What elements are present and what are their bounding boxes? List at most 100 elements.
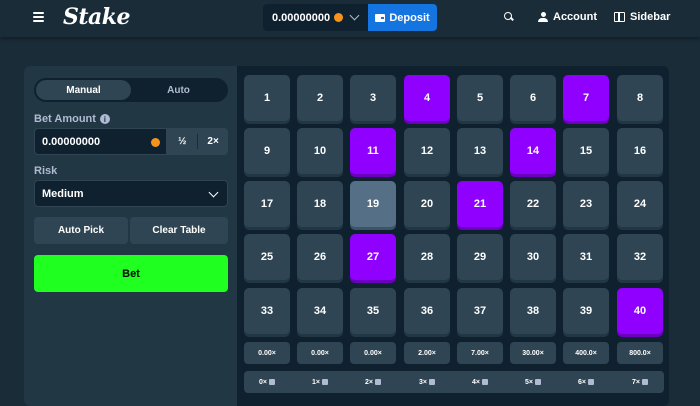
keno-tile-3[interactable]: 3 xyxy=(350,75,396,121)
keno-tile-17[interactable]: 17 xyxy=(244,181,290,227)
half-bet-button[interactable]: ½ xyxy=(167,128,197,155)
keno-tile-20[interactable]: 20 xyxy=(404,181,450,227)
keno-tile-12[interactable]: 12 xyxy=(404,128,450,174)
keno-tile-29[interactable]: 29 xyxy=(457,234,503,280)
hit-count: 0× xyxy=(244,377,290,387)
keno-tile-25[interactable]: 25 xyxy=(244,234,290,280)
keno-tile-39[interactable]: 39 xyxy=(563,288,609,334)
keno-tile-24[interactable]: 24 xyxy=(617,181,663,227)
payout-multiplier: 30.00× xyxy=(510,342,556,364)
keno-tile-35[interactable]: 35 xyxy=(350,288,396,334)
payout-multiplier: 7.00× xyxy=(457,342,503,364)
keno-tile-19[interactable]: 19 xyxy=(350,181,396,227)
user-icon xyxy=(538,12,548,22)
hit-count-label: 5× xyxy=(525,378,533,386)
keno-tile-4[interactable]: 4 xyxy=(404,75,450,121)
hit-count: 1× xyxy=(297,377,343,387)
hit-count-label: 1× xyxy=(312,378,320,386)
gem-icon xyxy=(481,379,488,385)
top-bar: Stake 0.00000000 Deposit Account Sidebar xyxy=(0,0,700,37)
sidebar-label: Sidebar xyxy=(630,11,671,23)
tab-manual[interactable]: Manual xyxy=(36,80,131,100)
payout-multiplier: 400.0× xyxy=(563,342,609,364)
hit-count-label: 0× xyxy=(259,378,267,386)
keno-tile-32[interactable]: 32 xyxy=(617,234,663,280)
hit-count: 4× xyxy=(457,377,503,387)
keno-tile-28[interactable]: 28 xyxy=(404,234,450,280)
keno-tile-30[interactable]: 30 xyxy=(510,234,556,280)
bet-amount-input[interactable]: 0.00000000 xyxy=(34,128,168,155)
keno-tile-8[interactable]: 8 xyxy=(617,75,663,121)
double-bet-button[interactable]: 2× xyxy=(198,128,228,155)
hits-row: 0× 1× 2× 3× 4× 5× 6× 7× xyxy=(244,371,664,393)
keno-tile-40[interactable]: 40 xyxy=(617,288,663,334)
keno-tile-33[interactable]: 33 xyxy=(244,288,290,334)
stake-logo[interactable]: Stake xyxy=(63,4,131,30)
gem-icon xyxy=(268,379,275,385)
hit-count-label: 6× xyxy=(578,378,586,386)
balance-value: 0.00000000 xyxy=(272,11,331,24)
keno-tile-14[interactable]: 14 xyxy=(510,128,556,174)
keno-tile-36[interactable]: 36 xyxy=(404,288,450,334)
keno-tile-22[interactable]: 22 xyxy=(510,181,556,227)
keno-tile-2[interactable]: 2 xyxy=(297,75,343,121)
payout-multiplier: 0.00× xyxy=(297,342,343,364)
keno-tile-21[interactable]: 21 xyxy=(457,181,503,227)
bet-amount-label: Bet Amount xyxy=(34,113,96,125)
balance-selector[interactable]: 0.00000000 xyxy=(263,4,368,31)
keno-tile-16[interactable]: 16 xyxy=(617,128,663,174)
chevron-down-icon xyxy=(349,10,360,21)
keno-tile-23[interactable]: 23 xyxy=(563,181,609,227)
auto-pick-button[interactable]: Auto Pick xyxy=(34,217,128,244)
hit-count: 3× xyxy=(404,377,450,387)
bitcoin-icon xyxy=(151,138,161,147)
keno-tile-6[interactable]: 6 xyxy=(510,75,556,121)
sidebar-button[interactable]: Sidebar xyxy=(614,11,670,23)
keno-tile-9[interactable]: 9 xyxy=(244,128,290,174)
sidebar-icon xyxy=(614,12,625,22)
keno-tile-1[interactable]: 1 xyxy=(244,75,290,121)
hit-count-label: 3× xyxy=(419,378,427,386)
payout-row: 0.00× 0.00× 0.00× 2.00× 7.00× 30.00× 400.0× 800… xyxy=(244,342,664,364)
gem-icon xyxy=(428,379,435,385)
hit-count-label: 4× xyxy=(472,378,480,386)
hit-count: 6× xyxy=(563,377,609,387)
gem-icon xyxy=(587,379,594,385)
search-icon[interactable] xyxy=(504,12,513,21)
clear-table-button[interactable]: Clear Table xyxy=(130,217,228,244)
bitcoin-icon xyxy=(334,13,344,22)
deposit-label: Deposit xyxy=(389,11,430,24)
payout-multiplier: 0.00× xyxy=(244,342,290,364)
keno-tile-15[interactable]: 15 xyxy=(563,128,609,174)
keno-tile-13[interactable]: 13 xyxy=(457,128,503,174)
account-button[interactable]: Account xyxy=(538,11,597,23)
keno-tile-26[interactable]: 26 xyxy=(297,234,343,280)
risk-value: Medium xyxy=(42,187,84,200)
keno-board: 1 2 3 4 5 6 7 8 9 10 11 12 13 14 15 16 17 18 19 20 21 22 23 24 2… xyxy=(244,75,664,334)
bet-button[interactable]: Bet xyxy=(34,255,228,292)
bet-amount-label-row: Bet Amount i xyxy=(34,113,110,125)
bet-mode-tabs: Manual Auto xyxy=(34,78,228,102)
keno-tile-31[interactable]: 31 xyxy=(563,234,609,280)
chevron-down-icon xyxy=(208,187,219,198)
gem-icon xyxy=(534,379,541,385)
risk-select[interactable]: Medium xyxy=(34,180,228,207)
payout-multiplier: 2.00× xyxy=(404,342,450,364)
keno-tile-5[interactable]: 5 xyxy=(457,75,503,121)
deposit-button[interactable]: Deposit xyxy=(368,4,437,31)
menu-icon[interactable] xyxy=(33,12,44,22)
bet-amount-group: 0.00000000 ½ 2× xyxy=(34,128,228,155)
keno-tile-38[interactable]: 38 xyxy=(510,288,556,334)
keno-tile-7[interactable]: 7 xyxy=(563,75,609,121)
info-icon[interactable]: i xyxy=(99,114,110,124)
keno-tile-34[interactable]: 34 xyxy=(297,288,343,334)
keno-tile-11[interactable]: 11 xyxy=(350,128,396,174)
risk-label: Risk xyxy=(34,165,58,177)
keno-tile-27[interactable]: 27 xyxy=(350,234,396,280)
tab-auto[interactable]: Auto xyxy=(131,80,226,100)
keno-tile-37[interactable]: 37 xyxy=(457,288,503,334)
keno-tile-10[interactable]: 10 xyxy=(297,128,343,174)
gem-icon xyxy=(321,379,328,385)
keno-tile-18[interactable]: 18 xyxy=(297,181,343,227)
payout-multiplier: 800.0× xyxy=(617,342,663,364)
